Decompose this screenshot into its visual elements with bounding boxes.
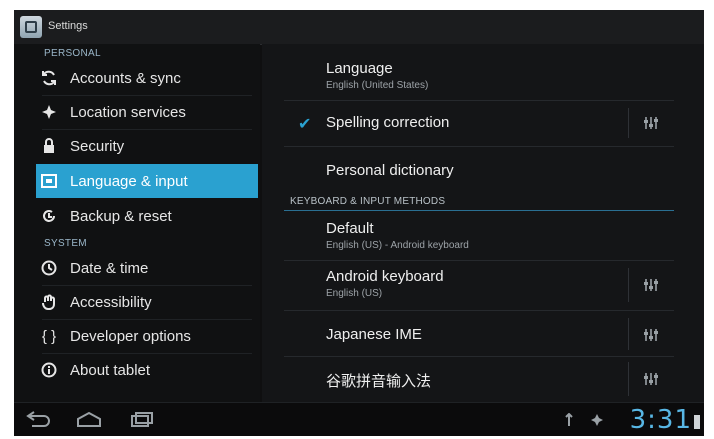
menu-item-backup-reset[interactable]: Backup & reset	[36, 200, 258, 232]
sliders-icon[interactable]	[642, 276, 660, 294]
backup-icon	[38, 205, 60, 227]
system-navigation-bar: 3:31	[14, 402, 704, 436]
vertical-divider	[628, 362, 629, 396]
divider	[284, 100, 674, 101]
info-icon	[38, 359, 60, 381]
status-clock: 3:31	[629, 405, 692, 435]
menu-item-label: Security	[70, 137, 125, 155]
pref-summary: English (US) - Android keyboard	[326, 240, 469, 251]
clock-icon	[38, 257, 60, 279]
vertical-divider	[628, 268, 629, 302]
pref-spelling-correction[interactable]: ✔ Spelling correction	[262, 102, 704, 144]
vertical-divider	[628, 108, 629, 138]
sliders-icon[interactable]	[642, 370, 660, 388]
title-bar: Settings	[14, 10, 704, 45]
menu-item-label: Backup & reset	[70, 207, 172, 225]
pref-summary: English (US)	[326, 288, 383, 299]
divider	[284, 146, 674, 147]
menu-item-label: Accessibility	[70, 293, 152, 311]
pref-title: 谷歌拼音输入法	[326, 373, 432, 390]
sync-icon	[38, 67, 60, 89]
language-input-panel: Language English (United States) ✔ Spell…	[262, 44, 704, 402]
menu-item-label: Location services	[70, 103, 186, 121]
location-icon	[590, 413, 604, 427]
checkmark-icon[interactable]: ✔	[298, 114, 311, 134]
pref-default-keyboard[interactable]: Default English (US) - Android keyboard	[262, 214, 704, 256]
divider	[284, 356, 674, 357]
menu-item-accounts-sync[interactable]: Accounts & sync	[36, 62, 258, 94]
pref-title: Android keyboard	[326, 268, 444, 285]
section-personal: PERSONAL	[44, 48, 101, 59]
pref-android-keyboard[interactable]: Android keyboard English (US)	[262, 262, 704, 304]
menu-item-date-time[interactable]: Date & time	[36, 252, 258, 284]
tablet-screen: Settings PERSONAL Accounts & sync Locati…	[14, 10, 704, 436]
menu-item-about-tablet[interactable]: About tablet	[36, 354, 258, 386]
battery-icon	[694, 415, 700, 429]
keyboard-icon	[38, 170, 60, 192]
menu-item-label: Developer options	[70, 327, 191, 345]
sliders-icon[interactable]	[642, 326, 660, 344]
recent-apps-icon[interactable]	[124, 410, 158, 430]
location-arrow-icon	[38, 101, 60, 123]
pref-title: Personal dictionary	[326, 162, 454, 179]
app-title: Settings	[48, 20, 88, 32]
pref-chinese-ime[interactable]: 谷歌拼音输入法	[262, 358, 704, 400]
menu-item-label: About tablet	[70, 361, 151, 379]
pref-personal-dictionary[interactable]: Personal dictionary	[262, 148, 704, 190]
pref-summary: English (United States)	[326, 80, 429, 91]
pref-japanese-ime[interactable]: Japanese IME	[262, 312, 704, 354]
divider	[284, 310, 674, 311]
vertical-divider	[628, 318, 629, 350]
divider	[284, 260, 674, 261]
pref-title: Language	[326, 60, 393, 77]
hand-icon	[38, 291, 60, 313]
menu-item-language-input[interactable]: Language & input	[36, 164, 258, 198]
menu-item-accessibility[interactable]: Accessibility	[36, 286, 258, 318]
settings-app-icon	[20, 16, 42, 38]
menu-item-developer-options[interactable]: { } Developer options	[36, 320, 258, 352]
back-icon[interactable]	[22, 410, 56, 430]
pref-language[interactable]: Language English (United States)	[262, 56, 704, 98]
pref-title: Default	[326, 220, 374, 237]
menu-item-label: Language & input	[70, 172, 188, 190]
category-divider	[284, 210, 674, 211]
pref-title: Japanese IME	[326, 326, 422, 343]
category-keyboard-input-methods: KEYBOARD & INPUT METHODS	[290, 196, 446, 207]
menu-item-label: Accounts & sync	[70, 69, 181, 87]
menu-item-security[interactable]: Security	[36, 130, 258, 162]
menu-item-location-services[interactable]: Location services	[36, 96, 258, 128]
menu-item-label: Date & time	[70, 259, 149, 277]
usb-icon	[562, 412, 576, 427]
settings-headers-list: PERSONAL Accounts & sync Location servic…	[14, 44, 260, 402]
sliders-icon[interactable]	[642, 114, 660, 132]
lock-icon	[38, 135, 60, 157]
section-system: SYSTEM	[44, 238, 87, 249]
home-icon[interactable]	[72, 410, 106, 430]
braces-icon: { }	[41, 327, 57, 345]
pref-title: Spelling correction	[326, 114, 450, 131]
